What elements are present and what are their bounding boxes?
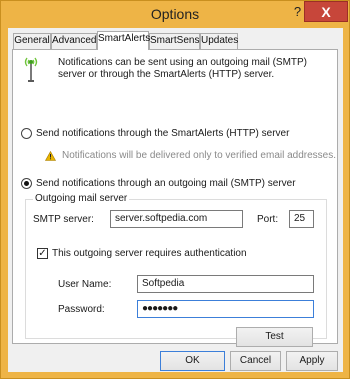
tab-advanced[interactable]: Advanced [51,33,97,49]
cancel-button[interactable]: Cancel [230,351,281,371]
port-label: Port: [257,214,279,225]
ok-button[interactable]: OK [160,351,225,371]
port-input[interactable]: 25 [289,210,314,228]
username-input[interactable]: Softpedia [137,275,314,293]
tab-smartsense[interactable]: SmartSense [149,33,205,49]
title-bar[interactable]: Options ? X [1,1,349,27]
smtp-server-input[interactable]: server.softpedia.com [110,210,243,228]
username-label: User Name: [58,279,112,290]
auth-checkbox-label: This outgoing server requires authentica… [52,247,247,259]
apply-button[interactable]: Apply [286,351,338,371]
smtp-option[interactable]: Send notifications through an outgoing m… [21,176,296,190]
tab-general[interactable]: General [13,33,51,49]
outgoing-mail-server-group: Outgoing mail server SMTP server: server… [25,193,327,347]
tab-smartalerts[interactable]: SmartAlerts [97,31,150,50]
password-label: Password: [58,304,105,315]
smtp-option-label: Send notifications through an outgoing m… [36,177,296,189]
http-warning-text: Notifications will be delivered only to … [62,150,337,161]
smartalerts-panel: Notifications can be sent using an outgo… [12,49,338,347]
info-text: Notifications can be sent using an outgo… [58,57,308,80]
http-radio[interactable] [21,127,32,139]
http-option[interactable]: Send notifications through the SmartAler… [21,126,289,140]
tab-updates[interactable]: Updates [200,33,238,49]
auth-option[interactable]: ✓ This outgoing server requires authenti… [37,246,247,260]
warning-icon [45,151,56,161]
auth-checkbox[interactable]: ✓ [37,247,48,259]
test-button[interactable]: Test [236,327,313,347]
smtp-radio[interactable] [21,177,32,189]
dialog-client: General Advanced SmartAlerts SmartSense … [8,28,343,372]
smtp-server-label: SMTP server: [33,214,94,225]
group-title: Outgoing mail server [33,193,130,204]
password-input[interactable]: ●●●●●●● [137,300,314,318]
http-option-label: Send notifications through the SmartAler… [36,127,290,139]
close-button[interactable]: X [304,1,348,22]
options-window: Options ? X General Advanced SmartAlerts… [0,0,350,379]
antenna-icon [24,57,38,82]
